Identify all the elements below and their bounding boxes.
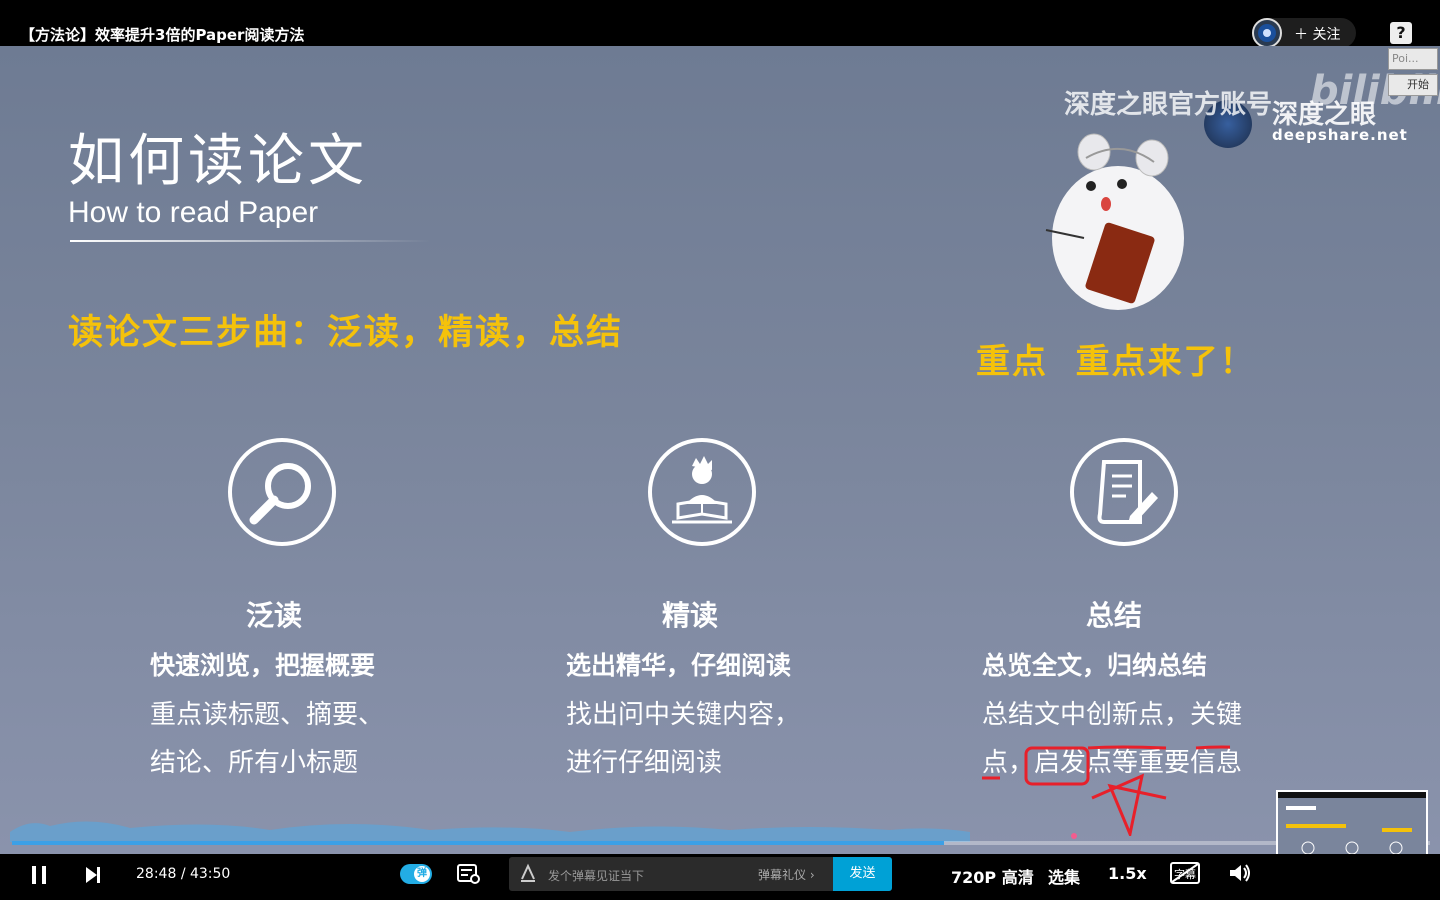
side-panel-item-a[interactable]: Poi... bbox=[1388, 48, 1438, 70]
danmaku-etiquette-link[interactable]: 弹幕礼仪 › bbox=[758, 866, 815, 883]
subtitle-off-slash-icon bbox=[1171, 863, 1199, 883]
subtitle-button[interactable]: 字幕 bbox=[1170, 862, 1200, 884]
column-2-subtitle: 选出精华，仔细阅读 bbox=[566, 651, 792, 680]
column-2-line-2: 进行仔细阅读 bbox=[566, 748, 723, 778]
column-1-subtitle: 快速浏览，把握概要 bbox=[150, 651, 376, 680]
column-3-icon-circle bbox=[1070, 438, 1178, 546]
column-3-subtitle: 总览全文，归纳总结 bbox=[982, 651, 1208, 680]
highlight-callout: 重点 重点来了！ bbox=[976, 342, 1256, 382]
column-1-line-1: 重点读标题、摘要、 bbox=[150, 700, 385, 730]
title-divider bbox=[70, 240, 430, 242]
time-separator: / bbox=[180, 866, 186, 882]
pause-icon[interactable] bbox=[28, 864, 50, 886]
hamster-illustration-icon bbox=[1045, 133, 1184, 310]
uploader-avatar[interactable] bbox=[1252, 18, 1282, 48]
danmaku-placeholder: 发个弹幕见证当下 bbox=[548, 869, 645, 883]
quality-selector[interactable]: 720P 高清 bbox=[951, 864, 1034, 888]
slide-title: 如何读论文 bbox=[68, 129, 368, 194]
reading-person-icon bbox=[672, 456, 732, 524]
column-1-line-2: 结论、所有小标题 bbox=[150, 748, 359, 778]
volume-icon[interactable] bbox=[1228, 862, 1252, 884]
slide-subtitle: How to read Paper bbox=[68, 196, 319, 229]
next-icon[interactable] bbox=[82, 864, 104, 886]
danmaku-toggle-knob: 弹 bbox=[414, 866, 430, 882]
column-3-title: 总结 bbox=[1086, 599, 1143, 632]
danmaku-style-icon[interactable] bbox=[518, 863, 538, 883]
side-panel-item-b[interactable]: 开始 bbox=[1388, 74, 1438, 96]
progress-waveform bbox=[10, 821, 970, 842]
send-button[interactable]: 发送 bbox=[833, 857, 892, 891]
watermark-domain: deepshare.net bbox=[1272, 126, 1408, 144]
duration: 43:50 bbox=[189, 866, 231, 882]
video-frame[interactable]: 如何读论文 How to read Paper 读论文三步曲：泛读，精读，总结 … bbox=[0, 46, 1440, 854]
preview-thumbnail-image bbox=[1278, 792, 1426, 854]
column-2-title: 精读 bbox=[662, 599, 719, 632]
video-title: 【方法论】效率提升3倍的Paper阅读方法 bbox=[20, 26, 305, 44]
danmaku-toggle[interactable]: 弹 bbox=[400, 864, 432, 884]
three-steps-heading: 读论文三步曲：泛读，精读，总结 bbox=[68, 313, 624, 353]
column-2-icon-circle bbox=[648, 438, 756, 546]
episodes-button[interactable]: 选集 bbox=[1048, 864, 1080, 888]
document-pen-icon bbox=[1097, 460, 1158, 524]
red-pen-annotation bbox=[982, 745, 1230, 836]
help-icon[interactable]: ? bbox=[1390, 22, 1412, 44]
preview-thumbnail[interactable] bbox=[1276, 790, 1428, 854]
progress-marker bbox=[1071, 833, 1077, 839]
progress-fill bbox=[12, 841, 944, 845]
column-1-icon-circle bbox=[228, 438, 336, 546]
column-2-line-1: 找出问中关键内容， bbox=[566, 700, 801, 730]
watermark-official-account: 深度之眼官方账号 bbox=[1064, 90, 1273, 120]
danmaku-settings-icon[interactable] bbox=[456, 862, 482, 886]
speed-selector[interactable]: 1.5x bbox=[1108, 864, 1147, 883]
magnifier-icon bbox=[249, 463, 311, 525]
follow-button[interactable]: ＋ 关注 bbox=[1294, 24, 1340, 44]
time-display: 28:48 / 43:50 bbox=[136, 866, 230, 882]
column-1-title: 泛读 bbox=[246, 599, 303, 632]
current-time: 28:48 bbox=[136, 866, 177, 882]
